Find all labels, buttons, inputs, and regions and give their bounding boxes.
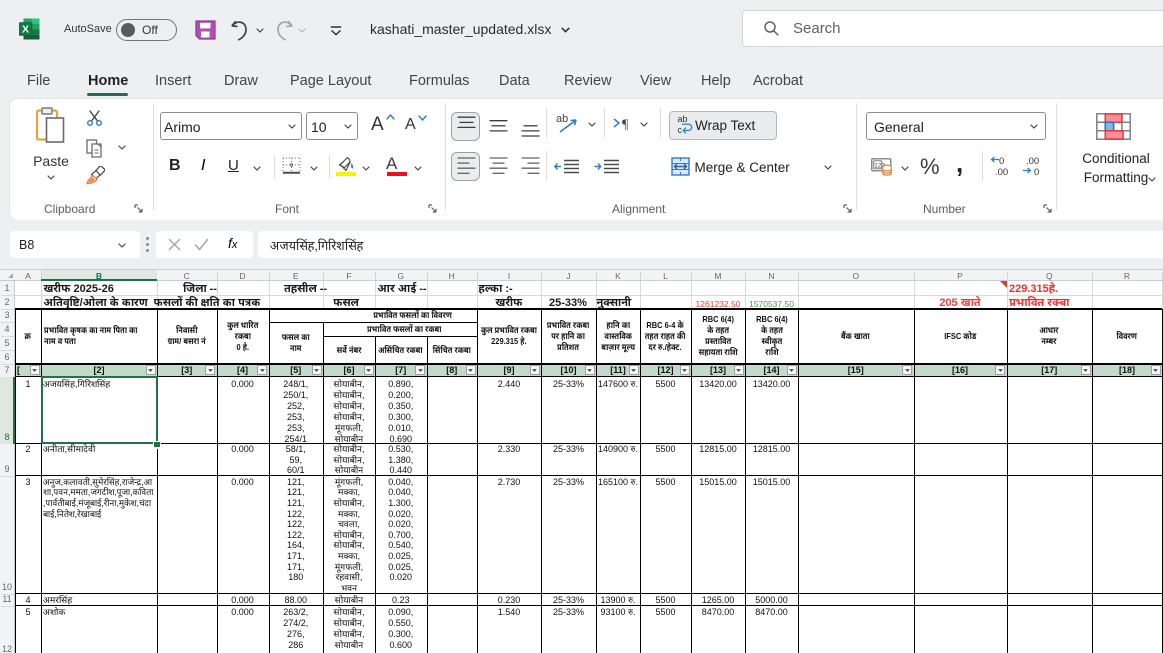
svg-text:ab: ab xyxy=(678,114,688,124)
svg-text:.00: .00 xyxy=(995,167,1008,177)
svg-text:0: 0 xyxy=(1034,167,1039,177)
svg-text:¶: ¶ xyxy=(622,118,629,132)
svg-text:0: 0 xyxy=(999,156,1004,167)
svg-text:ab: ab xyxy=(556,113,568,125)
svg-text:c: c xyxy=(678,125,683,135)
svg-text:.00: .00 xyxy=(1026,156,1039,167)
svg-text:X: X xyxy=(22,24,29,36)
